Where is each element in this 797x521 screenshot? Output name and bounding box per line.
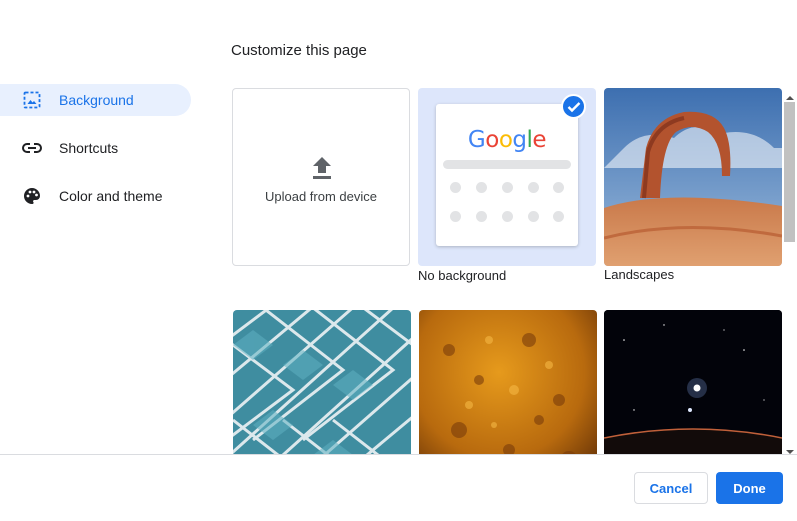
shortcut-dot xyxy=(476,211,487,222)
shortcut-dot xyxy=(528,182,539,193)
shortcut-dot xyxy=(450,211,461,222)
shortcut-dot xyxy=(528,211,539,222)
scroll-down-icon[interactable] xyxy=(786,442,794,460)
sidebar-item-shortcuts[interactable]: Shortcuts xyxy=(0,132,191,164)
upload-label: Upload from device xyxy=(265,189,377,204)
google-logo: Google xyxy=(467,127,547,153)
planet-horizon-image xyxy=(604,310,782,455)
glass-facade-image xyxy=(233,310,411,455)
landscapes-tile[interactable] xyxy=(604,88,782,266)
amber-texture-image xyxy=(419,310,597,455)
image-icon xyxy=(22,91,42,109)
sidebar-item-background[interactable]: Background xyxy=(0,84,191,116)
sidebar-item-label: Shortcuts xyxy=(59,140,119,156)
landscapes-label: Landscapes xyxy=(604,267,675,282)
shortcut-dot xyxy=(502,211,513,222)
no-background-tile[interactable]: Google xyxy=(418,88,596,266)
amber-texture-tile[interactable] xyxy=(419,310,597,455)
shortcut-dot xyxy=(450,182,461,193)
shortcut-dot xyxy=(476,182,487,193)
space-tile[interactable] xyxy=(604,310,782,455)
done-button[interactable]: Done xyxy=(716,472,783,504)
sidebar: Background Shortcuts Color and theme xyxy=(0,84,200,228)
dialog-title: Customize this page xyxy=(231,42,367,59)
sidebar-item-color-and-theme[interactable]: Color and theme xyxy=(0,180,191,212)
landscape-arch-image xyxy=(604,88,782,266)
shortcut-dot xyxy=(553,211,564,222)
background-grid: Upload from device Google No background … xyxy=(231,84,783,455)
upload-from-device-tile[interactable]: Upload from device xyxy=(232,88,410,266)
palette-icon xyxy=(22,187,42,205)
architecture-tile[interactable] xyxy=(233,310,411,455)
sidebar-item-label: Color and theme xyxy=(59,188,163,204)
cancel-button[interactable]: Cancel xyxy=(634,472,708,504)
link-icon xyxy=(22,139,42,157)
shortcut-dot xyxy=(553,182,564,193)
upload-icon xyxy=(311,155,333,181)
search-box-placeholder xyxy=(443,160,571,169)
no-background-label: No background xyxy=(418,268,507,283)
selected-check-icon xyxy=(561,94,586,119)
new-tab-preview: Google xyxy=(436,104,578,246)
grid-scrollbar[interactable] xyxy=(783,84,797,455)
scrollbar-thumb[interactable] xyxy=(784,102,795,242)
shortcut-dot xyxy=(502,182,513,193)
footer-divider xyxy=(0,454,797,455)
customize-dialog: Customize this page Background Shortcuts xyxy=(0,0,797,518)
sidebar-item-label: Background xyxy=(59,92,134,108)
